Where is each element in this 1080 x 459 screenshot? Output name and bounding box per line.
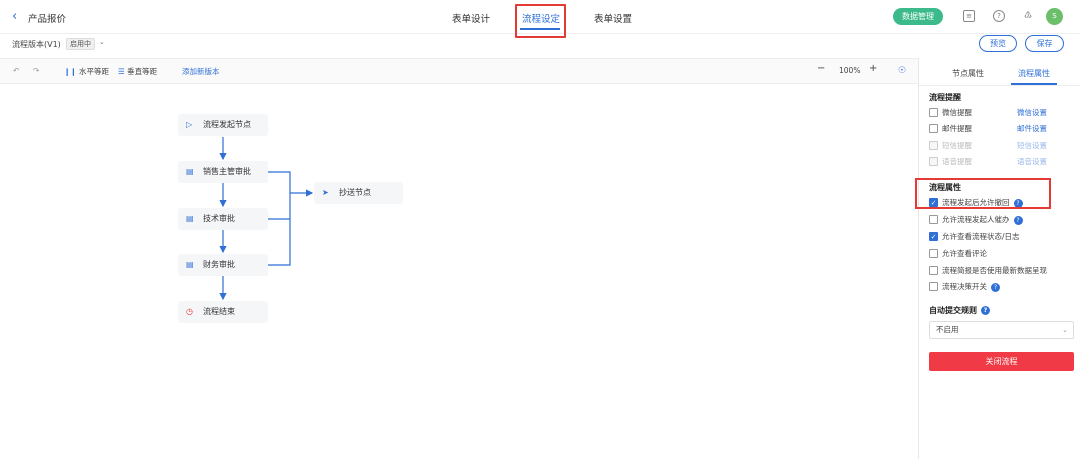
voice-settings-link: 语音设置 bbox=[1017, 157, 1047, 166]
zoom-level: 100% bbox=[839, 66, 861, 75]
send-icon: ➤ bbox=[322, 188, 329, 197]
decision-checkbox[interactable] bbox=[929, 282, 938, 291]
vertical-distribute-icon: ☰ bbox=[118, 67, 125, 76]
flow-node-label: 销售主管审批 bbox=[203, 167, 251, 176]
play-circle-icon: ▷ bbox=[186, 120, 193, 129]
tab-flow-settings[interactable]: 流程设定 bbox=[522, 11, 560, 25]
auto-submit-title: 自动提交规则? bbox=[929, 305, 990, 316]
panel-tab-divider bbox=[919, 85, 1080, 86]
wechat-reminder-checkbox[interactable] bbox=[929, 108, 938, 117]
flow-connectors bbox=[219, 137, 314, 301]
flow-node-sales-approval[interactable]: ▤ 销售主管审批 bbox=[178, 161, 268, 183]
close-flow-button[interactable]: 关闭流程 bbox=[929, 352, 1074, 371]
wechat-settings-link[interactable]: 微信设置 bbox=[1017, 107, 1047, 118]
properties-panel: 节点属性 流程属性 流程提醒 微信提醒 微信设置 邮件提醒 邮件设置 短信提醒 … bbox=[918, 58, 1080, 459]
horizontal-distribute-button[interactable]: ❙​❙ 水平等距 bbox=[64, 66, 109, 77]
flow-node-label: 抄送节点 bbox=[339, 188, 371, 197]
help-icon[interactable]: ? bbox=[1013, 215, 1023, 225]
active-tab-underline bbox=[520, 28, 560, 30]
email-settings-link[interactable]: 邮件设置 bbox=[1017, 123, 1047, 134]
flow-canvas[interactable]: ▷ 流程发起节点 ▤ 销售主管审批 ▤ 技术审批 ▤ 财务审批 ◷ 流程结束 ➤… bbox=[0, 85, 918, 459]
chevron-down-icon: ⌄ bbox=[1062, 326, 1068, 334]
canvas-toolbar: ↶ ↷ ❙​❙ 水平等距 ☰ 垂直等距 添加新版本 − 100% + ☉ bbox=[0, 58, 918, 84]
view-log-label: 允许查看流程状态/日志 bbox=[942, 232, 1020, 241]
top-bar: ‹ 产品报价 表单设计 流程设定 表单设置 数据管理 ≡ ? ♳ S bbox=[0, 0, 1080, 34]
urge-label: 允许流程发起人催办 bbox=[942, 215, 1010, 224]
version-label: 流程版本(V1) bbox=[12, 40, 61, 49]
view-log-checkbox[interactable]: ✓ bbox=[929, 232, 938, 241]
save-button[interactable]: 保存 bbox=[1025, 35, 1064, 52]
tab-node-properties[interactable]: 节点属性 bbox=[952, 68, 984, 79]
tab-form-settings[interactable]: 表单设置 bbox=[594, 11, 632, 25]
flow-node-cc[interactable]: ➤ 抄送节点 bbox=[314, 182, 403, 204]
zoom-out-button[interactable]: − bbox=[817, 63, 825, 74]
data-management-button[interactable]: 数据管理 bbox=[893, 8, 943, 25]
flow-node-end[interactable]: ◷ 流程结束 bbox=[178, 301, 268, 323]
tab-form-design[interactable]: 表单设计 bbox=[452, 11, 490, 25]
active-panel-tab-underline bbox=[1011, 83, 1057, 85]
sms-reminder-label: 短信提醒 bbox=[942, 141, 972, 150]
horizontal-distribute-label: 水平等距 bbox=[78, 67, 109, 76]
email-reminder-checkbox[interactable] bbox=[929, 124, 938, 133]
view-comments-checkbox[interactable] bbox=[929, 249, 938, 258]
fit-view-icon[interactable]: ☉ bbox=[898, 66, 906, 76]
auto-submit-select[interactable]: 不启用 ⌄ bbox=[929, 321, 1074, 339]
voice-reminder-label: 语音提醒 bbox=[942, 157, 972, 166]
flow-node-label: 财务审批 bbox=[203, 260, 235, 269]
urge-checkbox[interactable] bbox=[929, 215, 938, 224]
approval-doc-icon: ▤ bbox=[186, 260, 194, 269]
document-icon[interactable]: ≡ bbox=[963, 10, 975, 22]
add-version-link[interactable]: 添加新版本 bbox=[182, 66, 220, 77]
latest-data-checkbox[interactable] bbox=[929, 266, 938, 275]
chevron-down-icon[interactable]: ⌄ bbox=[99, 38, 105, 46]
help-icon[interactable]: ? bbox=[981, 306, 990, 315]
flow-node-start[interactable]: ▷ 流程发起节点 bbox=[178, 114, 268, 136]
undo-icon[interactable]: ↶ bbox=[13, 66, 19, 75]
vertical-distribute-label: 垂直等距 bbox=[127, 67, 158, 76]
zoom-in-button[interactable]: + bbox=[869, 63, 877, 74]
email-reminder-label: 邮件提醒 bbox=[942, 124, 972, 133]
flow-props-section-title: 流程属性 bbox=[929, 183, 961, 192]
redo-icon[interactable]: ↷ bbox=[33, 66, 39, 75]
auto-submit-value: 不启用 bbox=[936, 325, 959, 334]
view-comments-label: 允许查看评论 bbox=[942, 249, 987, 258]
wechat-reminder-label: 微信提醒 bbox=[942, 108, 972, 117]
sms-settings-link: 短信设置 bbox=[1017, 141, 1047, 150]
latest-data-label: 流程简报是否使用最新数据呈现 bbox=[942, 266, 1047, 275]
withdraw-checkbox[interactable]: ✓ bbox=[929, 198, 938, 207]
back-chevron-icon[interactable]: ‹ bbox=[12, 9, 26, 25]
help-icon[interactable]: ? bbox=[991, 282, 1000, 292]
sms-reminder-checkbox bbox=[929, 141, 938, 150]
flow-node-tech-approval[interactable]: ▤ 技术审批 bbox=[178, 208, 268, 230]
withdraw-label: 流程发起后允许撤回 bbox=[942, 198, 1010, 207]
stop-clock-icon: ◷ bbox=[186, 307, 193, 316]
voice-reminder-checkbox bbox=[929, 157, 938, 166]
version-status-badge: 启用中 bbox=[66, 38, 95, 50]
app-title: 产品报价 bbox=[28, 14, 67, 25]
flow-node-finance-approval[interactable]: ▤ 财务审批 bbox=[178, 254, 268, 276]
help-icon[interactable]: ? bbox=[993, 10, 1005, 22]
version-bar: 流程版本(V1) 启用中 ⌄ bbox=[0, 34, 1080, 56]
flow-node-label: 流程发起节点 bbox=[203, 120, 251, 129]
tab-flow-properties[interactable]: 流程属性 bbox=[1018, 68, 1050, 79]
reminder-section-title: 流程提醒 bbox=[929, 93, 961, 102]
flow-node-label: 技术审批 bbox=[203, 214, 235, 223]
preview-button[interactable]: 预览 bbox=[979, 35, 1017, 52]
avatar[interactable]: S bbox=[1046, 8, 1063, 25]
vertical-distribute-button[interactable]: ☰ 垂直等距 bbox=[118, 66, 157, 77]
flow-node-label: 流程结束 bbox=[203, 307, 235, 316]
approval-doc-icon: ▤ bbox=[186, 167, 194, 176]
horizontal-distribute-icon: ❙​❙ bbox=[64, 67, 77, 76]
bell-icon[interactable]: ♳ bbox=[1022, 10, 1034, 22]
help-icon[interactable]: ? bbox=[1013, 198, 1023, 208]
approval-doc-icon: ▤ bbox=[186, 214, 194, 223]
auto-submit-title-text: 自动提交规则 bbox=[929, 306, 977, 315]
decision-label: 流程决策开关 bbox=[942, 282, 987, 291]
